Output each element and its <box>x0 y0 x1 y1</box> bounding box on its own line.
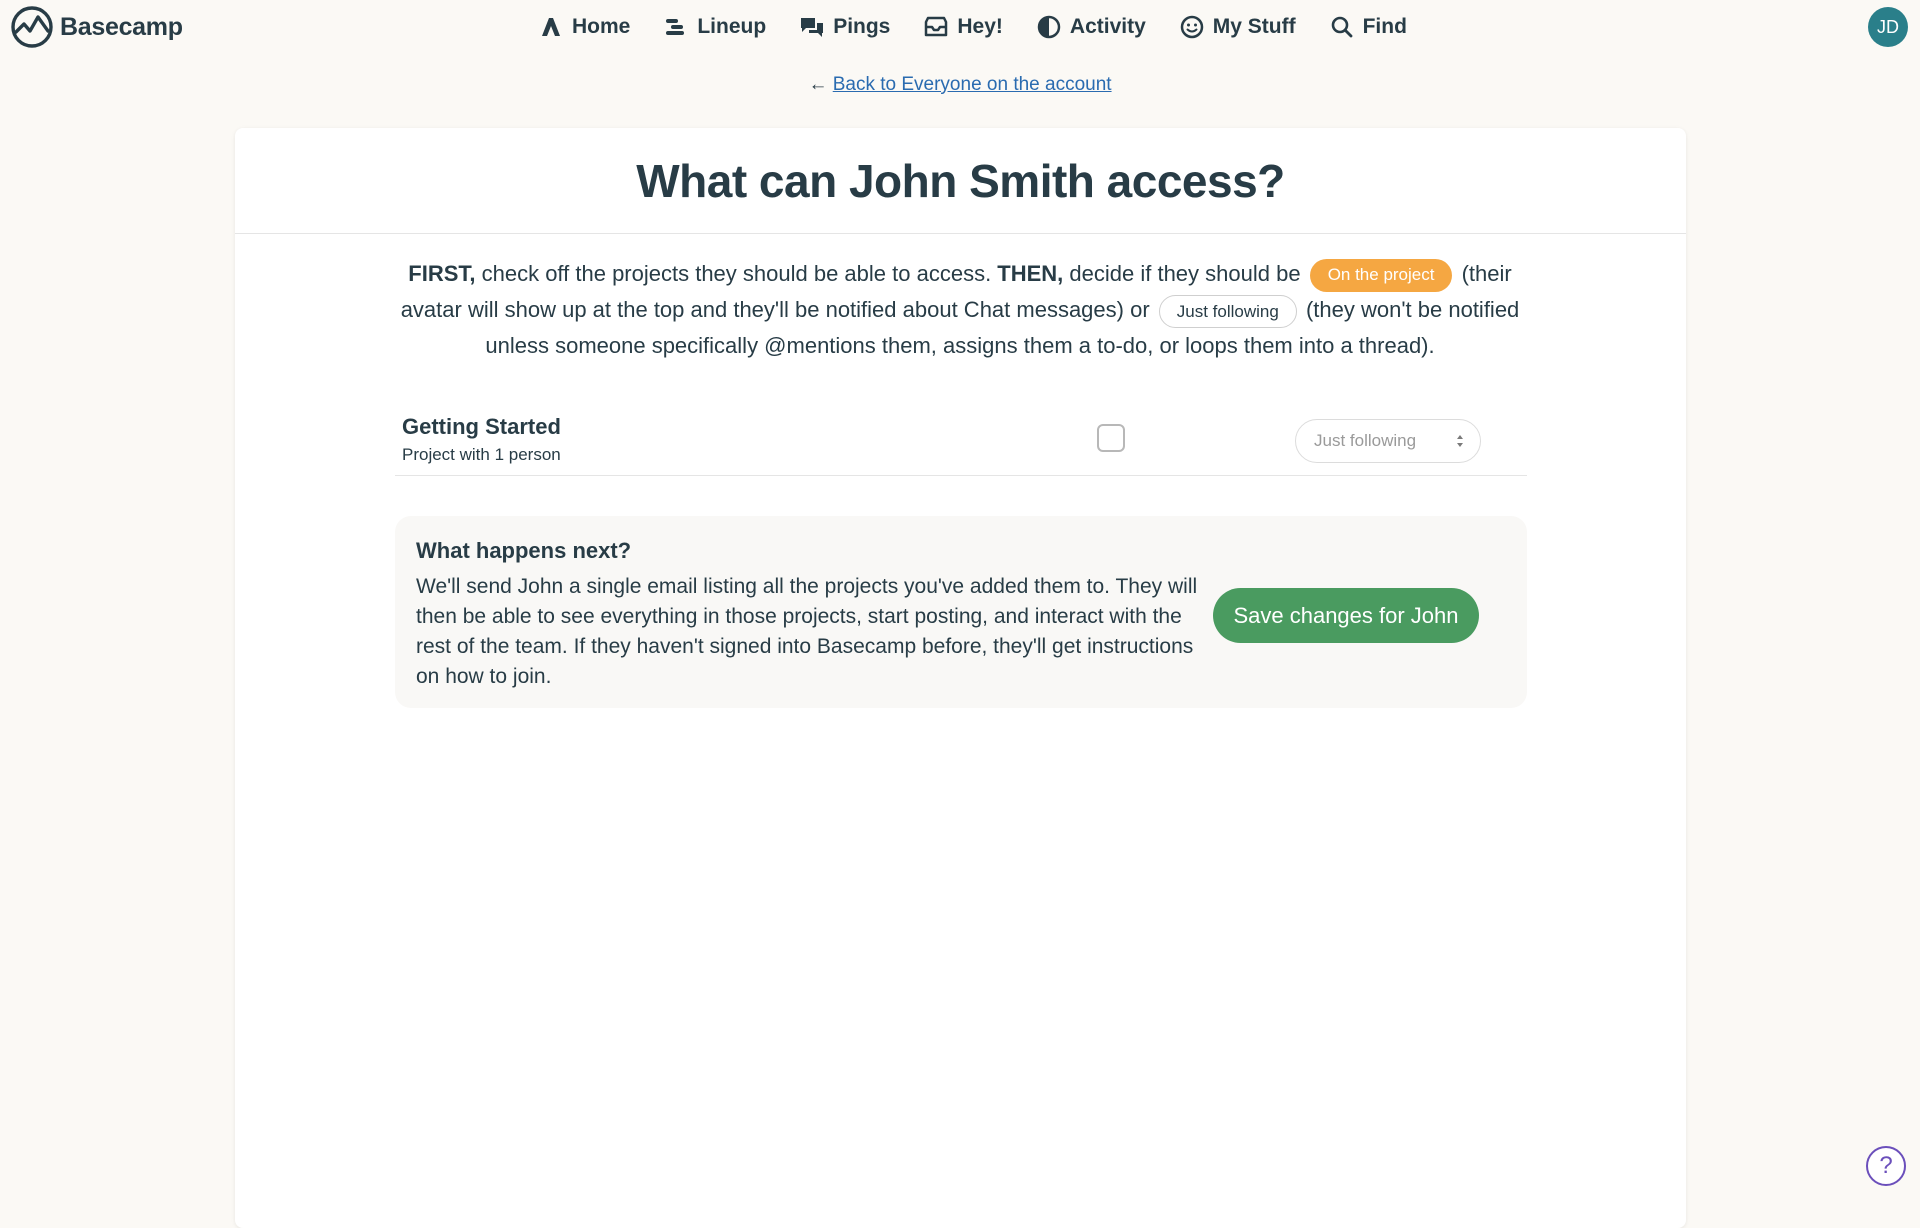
nav-lineup[interactable]: Lineup <box>663 14 766 40</box>
nav-lineup-label: Lineup <box>697 15 767 38</box>
activity-icon <box>1037 15 1061 39</box>
nav-hey-label: Hey! <box>957 15 1003 38</box>
nav-hey[interactable]: Hey! <box>923 14 1003 40</box>
lineup-icon <box>666 19 685 35</box>
nav-activity-label: Activity <box>1069 15 1146 38</box>
pings-icon <box>801 18 824 37</box>
hey-inbox-icon <box>925 16 948 37</box>
nav-find[interactable]: Find <box>1329 14 1407 40</box>
top-navigation-bar: Basecamp Home Lineup Pings Hey! Activity… <box>0 0 1920 54</box>
basecamp-logo[interactable]: Basecamp <box>10 6 183 48</box>
home-icon <box>542 18 560 36</box>
page-title: What can John Smith access? <box>636 154 1285 207</box>
project-row: Getting Started Project with 1 person Ju… <box>395 410 1527 476</box>
nav-find-label: Find <box>1362 15 1407 38</box>
intro-part1: check off the projects they should be ab… <box>475 261 998 286</box>
main-nav: Home Lineup Pings Hey! Activity My Stuff… <box>538 10 1440 44</box>
my-stuff-icon <box>1180 15 1204 39</box>
on-the-project-pill: On the project <box>1309 258 1453 292</box>
next-title: What happens next? <box>416 538 632 563</box>
intro-part2: decide if they should be <box>1063 261 1307 286</box>
nav-my-stuff-label: My Stuff <box>1212 15 1296 38</box>
logo-text: Basecamp <box>60 12 183 41</box>
card-header: What can John Smith access? <box>235 128 1686 234</box>
select-arrows-icon <box>1457 435 1463 447</box>
nav-my-stuff[interactable]: My Stuff <box>1179 14 1296 40</box>
just-following-pill: Just following <box>1158 294 1297 328</box>
back-arrow-icon: ← <box>808 74 828 95</box>
access-level-value: Just following <box>1314 431 1417 450</box>
next-body: We'll send John a single email listing a… <box>416 575 1198 688</box>
access-level-select[interactable]: Just following <box>1295 419 1481 463</box>
intro-first: FIRST, <box>408 261 476 286</box>
intro-then: THEN, <box>997 261 1064 286</box>
search-icon <box>1331 16 1352 38</box>
save-changes-button[interactable]: Save changes for John <box>1213 588 1479 643</box>
what-happens-next-box: What happens next? We'll send John a sin… <box>395 516 1527 708</box>
user-avatar[interactable]: JD <box>1868 7 1908 47</box>
nav-activity[interactable]: Activity <box>1036 14 1146 40</box>
help-icon[interactable]: ? <box>1866 1146 1906 1186</box>
project-access-checkbox[interactable] <box>1097 424 1125 452</box>
intro-text: FIRST, check off the projects they shoul… <box>385 256 1535 364</box>
nav-pings[interactable]: Pings <box>799 14 890 40</box>
nav-pings-label: Pings <box>833 15 891 38</box>
access-card: What can John Smith access? FIRST, check… <box>235 128 1686 1228</box>
project-subtitle: Project with 1 person <box>402 445 561 464</box>
nav-home[interactable]: Home <box>538 14 630 40</box>
back-to-everyone-link[interactable]: Back to Everyone on the account <box>833 74 1112 95</box>
basecamp-logo-icon <box>11 6 53 48</box>
project-name: Getting Started <box>402 414 561 439</box>
back-link-row: ← Back to Everyone on the account <box>0 74 1920 96</box>
nav-home-label: Home <box>572 15 631 38</box>
